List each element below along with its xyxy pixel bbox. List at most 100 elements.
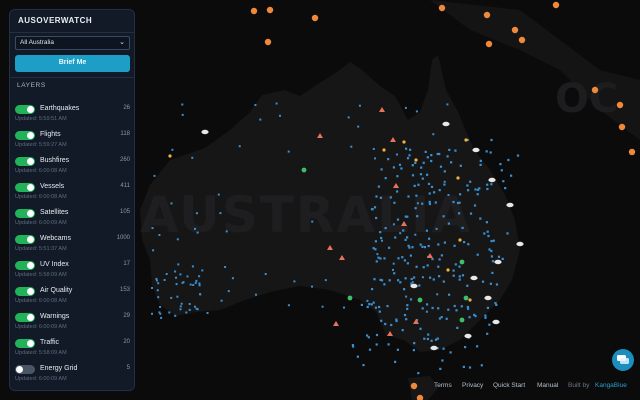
- weather-marker[interactable]: [472, 147, 480, 153]
- layer-toggle-satellites[interactable]: [15, 209, 35, 218]
- webcam-marker[interactable]: [452, 200, 455, 204]
- webcam-marker[interactable]: [375, 195, 378, 198]
- webcam-marker[interactable]: [398, 163, 402, 166]
- air-quality-marker[interactable]: [459, 259, 465, 265]
- webcam-marker[interactable]: [422, 266, 425, 269]
- webcam-marker[interactable]: [443, 180, 446, 183]
- webcam-marker[interactable]: [490, 255, 493, 258]
- webcam-marker[interactable]: [454, 149, 457, 152]
- webcam-marker[interactable]: [481, 280, 485, 283]
- webcam-marker[interactable]: [431, 258, 434, 261]
- webcam-marker[interactable]: [225, 230, 228, 233]
- webcam-marker[interactable]: [419, 327, 422, 330]
- webcam-marker[interactable]: [389, 196, 392, 199]
- webcam-marker[interactable]: [437, 243, 440, 246]
- webcam-marker[interactable]: [406, 236, 409, 239]
- webcam-marker[interactable]: [414, 161, 417, 164]
- webcam-marker[interactable]: [414, 233, 417, 236]
- webcam-marker[interactable]: [379, 231, 382, 234]
- webcam-marker[interactable]: [350, 145, 353, 148]
- webcam-marker[interactable]: [377, 185, 380, 188]
- webcam-marker[interactable]: [368, 348, 372, 351]
- webcam-marker[interactable]: [400, 167, 403, 170]
- layer-toggle-warnings[interactable]: [15, 313, 35, 322]
- earthquake-marker[interactable]: [266, 6, 274, 14]
- webcam-marker[interactable]: [485, 221, 488, 224]
- webcam-marker[interactable]: [439, 367, 442, 370]
- webcam-marker[interactable]: [358, 104, 361, 107]
- webcam-marker[interactable]: [490, 249, 493, 253]
- webcam-marker[interactable]: [163, 279, 166, 281]
- webcam-marker[interactable]: [447, 222, 450, 225]
- webcam-marker[interactable]: [175, 276, 177, 279]
- air-quality-marker[interactable]: [347, 295, 353, 301]
- webcam-marker[interactable]: [431, 306, 434, 310]
- webcam-marker[interactable]: [373, 278, 376, 281]
- webcam-marker[interactable]: [357, 125, 360, 128]
- webcam-marker[interactable]: [460, 305, 463, 308]
- webcam-marker[interactable]: [387, 158, 390, 161]
- earthquake-marker[interactable]: [485, 40, 493, 48]
- webcam-marker[interactable]: [395, 319, 398, 323]
- webcam-marker[interactable]: [473, 204, 477, 207]
- webcam-marker[interactable]: [399, 232, 402, 235]
- webcam-marker[interactable]: [374, 240, 377, 243]
- webcam-marker[interactable]: [159, 306, 162, 308]
- webcam-marker[interactable]: [392, 268, 394, 271]
- webcam-marker[interactable]: [368, 303, 371, 306]
- webcam-marker[interactable]: [179, 308, 182, 311]
- earthquake-marker[interactable]: [250, 7, 258, 15]
- webcam-marker[interactable]: [421, 177, 424, 180]
- webcam-marker[interactable]: [458, 265, 461, 268]
- webcam-marker[interactable]: [156, 289, 159, 292]
- webcam-marker[interactable]: [176, 295, 179, 298]
- webcam-marker[interactable]: [196, 231, 199, 234]
- webcam-marker[interactable]: [491, 260, 495, 263]
- webcam-marker[interactable]: [495, 283, 499, 286]
- webcam-marker[interactable]: [351, 344, 354, 347]
- webcam-marker[interactable]: [405, 295, 408, 298]
- webcam-marker[interactable]: [194, 227, 196, 230]
- webcam-marker[interactable]: [224, 266, 227, 268]
- webcam-marker[interactable]: [407, 195, 410, 198]
- webcam-marker[interactable]: [378, 310, 381, 313]
- webcam-marker[interactable]: [180, 302, 183, 305]
- weather-marker[interactable]: [494, 259, 502, 265]
- webcam-marker[interactable]: [495, 303, 498, 306]
- webcam-marker[interactable]: [372, 301, 375, 304]
- webcam-marker[interactable]: [411, 246, 414, 249]
- webcam-marker[interactable]: [287, 150, 290, 153]
- bushfire-marker[interactable]: [168, 154, 172, 158]
- webcam-marker[interactable]: [432, 133, 435, 136]
- webcam-marker[interactable]: [442, 347, 445, 350]
- webcam-marker[interactable]: [438, 317, 441, 320]
- webcam-marker[interactable]: [383, 257, 386, 260]
- webcam-marker[interactable]: [442, 215, 445, 218]
- webcam-marker[interactable]: [406, 307, 409, 310]
- webcam-marker[interactable]: [434, 338, 438, 341]
- webcam-marker[interactable]: [356, 355, 359, 358]
- layer-toggle-bushfires[interactable]: [15, 157, 35, 166]
- earthquake-marker[interactable]: [438, 4, 446, 12]
- webcam-marker[interactable]: [486, 230, 489, 233]
- webcam-marker[interactable]: [324, 279, 327, 282]
- webcam-marker[interactable]: [413, 184, 416, 187]
- webcam-marker[interactable]: [458, 201, 461, 204]
- webcam-marker[interactable]: [447, 194, 450, 196]
- webcam-marker[interactable]: [406, 215, 409, 218]
- webcam-marker[interactable]: [275, 102, 278, 105]
- weather-marker[interactable]: [470, 275, 478, 281]
- webcam-marker[interactable]: [502, 180, 505, 183]
- webcam-marker[interactable]: [433, 191, 436, 194]
- bushfire-marker[interactable]: [446, 268, 450, 272]
- webcam-marker[interactable]: [366, 299, 369, 302]
- layer-toggle-flights[interactable]: [15, 131, 35, 140]
- webcam-marker[interactable]: [181, 103, 184, 106]
- webcam-marker[interactable]: [469, 180, 472, 183]
- webcam-marker[interactable]: [450, 161, 453, 164]
- webcam-marker[interactable]: [393, 201, 396, 204]
- webcam-marker[interactable]: [491, 271, 494, 274]
- webcam-marker[interactable]: [394, 360, 397, 363]
- weather-marker[interactable]: [516, 241, 524, 247]
- webcam-marker[interactable]: [500, 169, 503, 172]
